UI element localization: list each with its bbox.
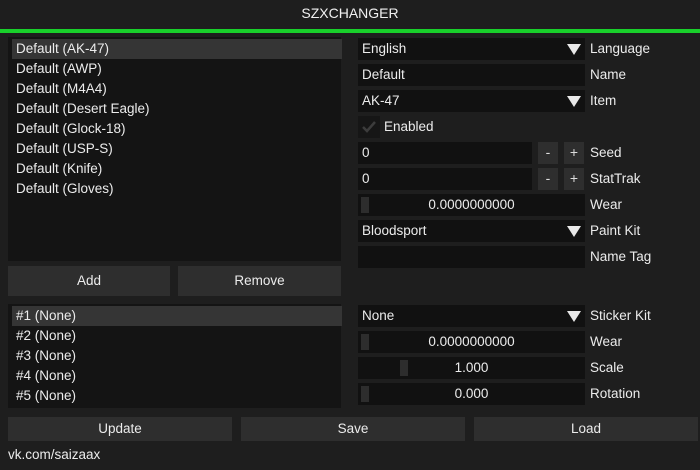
- sticker-scale-label: Scale: [590, 360, 624, 375]
- sticker-scale-slider[interactable]: 1.000: [358, 357, 585, 379]
- sticker-kit-select[interactable]: None: [358, 305, 585, 327]
- item-label: Item: [590, 93, 617, 108]
- sticker-wear-slider[interactable]: 0.0000000000: [358, 331, 585, 353]
- seed-increment-button[interactable]: +: [564, 142, 584, 164]
- weapon-list-item[interactable]: Default (Gloves): [12, 179, 342, 199]
- seed-decrement-button[interactable]: -: [538, 142, 558, 164]
- name-tag-label: Name Tag: [590, 249, 652, 264]
- accent-bar: [0, 29, 700, 33]
- language-label: Language: [590, 41, 651, 56]
- slider-handle[interactable]: [361, 197, 369, 213]
- chevron-down-icon[interactable]: [564, 220, 582, 242]
- stattrak-input[interactable]: 0: [358, 168, 532, 190]
- weapon-list-item[interactable]: Default (USP-S): [12, 139, 342, 159]
- seed-input[interactable]: 0: [358, 142, 532, 164]
- name-tag-field[interactable]: [358, 246, 585, 268]
- chevron-down-icon[interactable]: [564, 38, 582, 60]
- weapon-list-item[interactable]: Default (Knife): [12, 159, 342, 179]
- sticker-wear-label: Wear: [590, 334, 623, 349]
- wear-slider[interactable]: 0.0000000000: [358, 194, 585, 216]
- weapon-list-item[interactable]: Default (M4A4): [12, 79, 342, 99]
- language-value: English: [362, 41, 407, 56]
- weapon-list[interactable]: Default (AK-47) Default (AWP) Default (M…: [8, 37, 342, 261]
- sticker-rotation-label: Rotation: [590, 386, 641, 401]
- slider-handle[interactable]: [361, 334, 369, 350]
- paint-kit-label: Paint Kit: [590, 223, 641, 238]
- sticker-rotation-slider[interactable]: 0.000: [358, 383, 585, 405]
- seed-label: Seed: [590, 145, 622, 160]
- name-field[interactable]: Default: [358, 64, 585, 86]
- wear-label: Wear: [590, 197, 623, 212]
- stattrak-increment-button[interactable]: +: [564, 168, 584, 190]
- sticker-kit-value: None: [362, 308, 395, 323]
- chevron-down-icon[interactable]: [564, 90, 582, 112]
- sticker-scale-value: 1.000: [454, 360, 489, 375]
- enabled-label: Enabled: [384, 119, 434, 134]
- sticker-wear-value: 0.0000000000: [428, 334, 515, 349]
- sticker-list-item[interactable]: #4 (None): [12, 366, 342, 386]
- weapon-list-item[interactable]: Default (Glock-18): [12, 119, 342, 139]
- sticker-list-item[interactable]: #1 (None): [12, 306, 342, 326]
- name-label: Name: [590, 67, 627, 82]
- add-button[interactable]: Add: [8, 266, 170, 296]
- paint-kit-select[interactable]: Bloodsport: [358, 220, 585, 242]
- item-value: AK-47: [362, 93, 400, 108]
- window-title: SZXCHANGER: [301, 5, 399, 21]
- checkmark-icon: [362, 121, 376, 133]
- wear-value: 0.0000000000: [428, 197, 515, 212]
- weapon-list-item[interactable]: Default (AWP): [12, 59, 342, 79]
- enabled-checkbox[interactable]: [358, 116, 380, 138]
- stattrak-decrement-button[interactable]: -: [538, 168, 558, 190]
- update-button[interactable]: Update: [8, 417, 232, 441]
- sticker-list-item[interactable]: #3 (None): [12, 346, 342, 366]
- save-button[interactable]: Save: [241, 417, 465, 441]
- chevron-down-icon[interactable]: [564, 305, 582, 327]
- sticker-kit-label: Sticker Kit: [590, 308, 651, 323]
- stattrak-label: StatTrak: [590, 171, 641, 186]
- sticker-list[interactable]: #1 (None) #2 (None) #3 (None) #4 (None) …: [8, 304, 342, 408]
- sticker-rotation-value: 0.000: [454, 386, 489, 401]
- load-button[interactable]: Load: [474, 417, 698, 441]
- item-select[interactable]: AK-47: [358, 90, 585, 112]
- language-select[interactable]: English: [358, 38, 585, 60]
- weapon-list-item[interactable]: Default (Desert Eagle): [12, 99, 342, 119]
- remove-button[interactable]: Remove: [178, 266, 341, 296]
- weapon-list-item[interactable]: Default (AK-47): [12, 39, 342, 59]
- sticker-list-item[interactable]: #5 (None): [12, 386, 342, 406]
- paint-kit-value: Bloodsport: [362, 223, 427, 238]
- slider-handle[interactable]: [400, 360, 408, 376]
- slider-handle[interactable]: [361, 386, 369, 402]
- footer-link[interactable]: vk.com/saizaax: [8, 447, 100, 462]
- sticker-list-item[interactable]: #2 (None): [12, 326, 342, 346]
